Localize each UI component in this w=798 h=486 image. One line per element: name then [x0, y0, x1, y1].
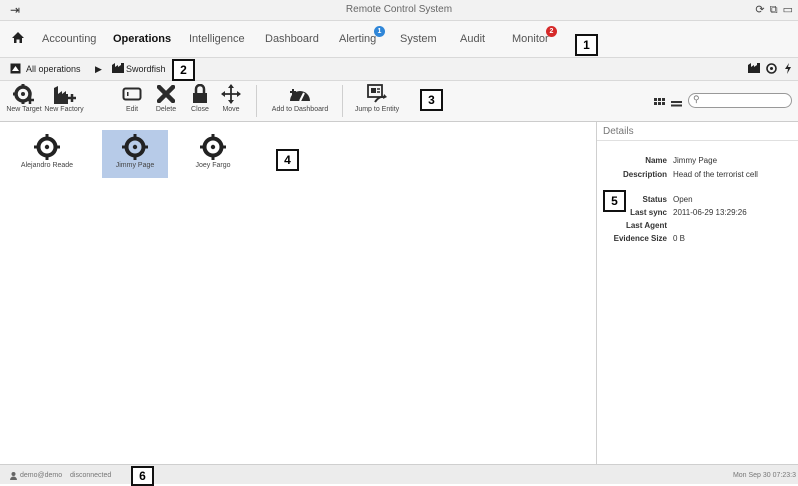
target-icon: [180, 132, 246, 162]
entity-label: Jimmy Page: [115, 162, 155, 169]
menu-item-accounting[interactable]: Accounting: [42, 33, 96, 45]
breadcrumb: All operations ▶ Swordfish: [0, 58, 798, 81]
detail-key: Evidence Size: [613, 234, 667, 243]
lock-icon: [185, 83, 215, 105]
edit-button[interactable]: Edit: [117, 83, 147, 113]
toolbar-separator: [256, 85, 257, 117]
detail-row-last-sync: Last sync 2011-06-29 13:29:26: [597, 208, 798, 220]
edit-label: Edit: [125, 106, 139, 113]
detail-key: Status: [642, 195, 667, 204]
detail-key: Name: [645, 156, 667, 165]
move-label: Move: [222, 106, 240, 113]
callout-marker: 2: [172, 59, 195, 81]
main-menu: Accounting Operations Intelligence Dashb…: [0, 21, 798, 58]
detail-value: Jimmy Page: [673, 156, 718, 165]
new-target-button[interactable]: New Target: [6, 83, 42, 113]
add-to-dashboard-label: Add to Dashboard: [271, 106, 329, 113]
callout-marker: 6: [131, 466, 154, 486]
callout-marker: 4: [276, 149, 299, 171]
detail-value: Head of the terrorist cell: [673, 170, 758, 179]
new-target-icon: [6, 83, 42, 105]
entity-item[interactable]: Alejandro Reade: [14, 130, 80, 178]
menu-item-dashboard[interactable]: Dashboard: [265, 33, 319, 45]
detail-value: 2011-06-29 13:29:26: [673, 208, 747, 217]
callout-marker: 1: [575, 34, 598, 56]
operation-icon: [112, 63, 124, 76]
status-user: demo@demo: [20, 472, 63, 479]
edit-icon: [117, 83, 147, 105]
operations-icon: [10, 63, 21, 77]
status-datetime: Mon Sep 30 07:23:3: [732, 472, 796, 479]
delete-icon: [149, 83, 183, 105]
callout-marker: 5: [603, 190, 626, 212]
menu-item-operations[interactable]: Operations: [113, 33, 171, 45]
status-bar: demo@demo disconnected Mon Sep 30 07:23:…: [0, 464, 798, 484]
window-title: Remote Control System: [345, 4, 453, 15]
entity-item[interactable]: Joey Fargo: [180, 130, 246, 178]
move-button[interactable]: Move: [216, 83, 246, 113]
breadcrumb-root[interactable]: All operations: [26, 64, 81, 74]
menu-item-intelligence[interactable]: Intelligence: [189, 33, 245, 45]
new-target-label: New Target: [6, 106, 42, 113]
callout-marker: 3: [420, 89, 443, 111]
target-icon: [14, 132, 80, 162]
breadcrumb-current[interactable]: Swordfish: [126, 64, 166, 74]
detail-value: 0 B: [673, 234, 686, 243]
entity-item-selected[interactable]: Jimmy Page: [102, 130, 168, 178]
title-bar: ⇥ Remote Control System ⟳ ⧉ ▭: [0, 0, 798, 21]
menu-item-monitor[interactable]: Monitor: [512, 33, 549, 45]
detail-key: Last Agent: [625, 221, 667, 230]
search-icon: ⚲: [693, 94, 700, 104]
delete-button[interactable]: Delete: [149, 83, 183, 113]
dashboard-gauge-icon: [268, 83, 332, 105]
menu-item-alerting[interactable]: Alerting: [339, 33, 376, 45]
status-connection: disconnected: [70, 472, 112, 479]
factory-icon[interactable]: [748, 63, 760, 76]
entity-grid: Alejandro Reade Jimmy Page Joey Fargo: [0, 122, 596, 464]
jump-to-entity-label: Jump to Entity: [354, 106, 400, 113]
delete-label: Delete: [155, 106, 177, 113]
add-to-dashboard-button[interactable]: Add to Dashboard: [268, 83, 332, 113]
monitor-badge: 2: [546, 26, 557, 37]
details-title: Details: [603, 126, 634, 137]
new-factory-label: New Factory: [44, 106, 84, 113]
home-icon[interactable]: [11, 31, 25, 47]
detail-row-description: Description Head of the terrorist cell: [597, 170, 798, 182]
target-icon: [102, 132, 168, 162]
move-icon: [216, 83, 246, 105]
search-input[interactable]: ⚲: [688, 93, 792, 108]
details-header: Details: [597, 122, 798, 141]
close-label: Close: [191, 106, 209, 113]
new-factory-icon: [43, 83, 85, 105]
alerting-badge: 1: [374, 26, 385, 37]
target-small-icon[interactable]: [766, 63, 777, 77]
jump-to-entity-icon: [352, 83, 402, 105]
menu-item-system[interactable]: System: [400, 33, 437, 45]
detail-row-status: Status Open: [597, 195, 798, 207]
list-view-icon[interactable]: [671, 94, 682, 112]
lightning-icon[interactable]: [784, 63, 792, 77]
detail-row-last-agent: Last Agent: [597, 221, 798, 233]
entity-label: Alejandro Reade: [20, 162, 74, 169]
menu-item-audit[interactable]: Audit: [460, 33, 485, 45]
toolbar-separator: [342, 85, 343, 117]
user-icon: [10, 472, 17, 482]
detail-row-name: Name Jimmy Page: [597, 156, 798, 168]
close-button[interactable]: Close: [185, 83, 215, 113]
new-factory-button[interactable]: New Factory: [43, 83, 85, 113]
detail-value: Open: [673, 195, 693, 204]
window-controls[interactable]: ⟳ ⧉ ▭: [755, 3, 794, 17]
toolbar: New Target New Factory Edit Delete Close…: [0, 81, 798, 122]
detail-key: Last sync: [630, 208, 667, 217]
breadcrumb-separator: ▶: [95, 64, 102, 74]
jump-to-entity-button[interactable]: Jump to Entity: [352, 83, 402, 113]
detail-key: Description: [622, 170, 667, 179]
detail-row-evidence-size: Evidence Size 0 B: [597, 234, 798, 246]
grid-view-icon[interactable]: [654, 93, 665, 111]
details-panel: Details Name Jimmy Page Description Head…: [596, 122, 798, 464]
entity-label: Joey Fargo: [195, 162, 231, 169]
